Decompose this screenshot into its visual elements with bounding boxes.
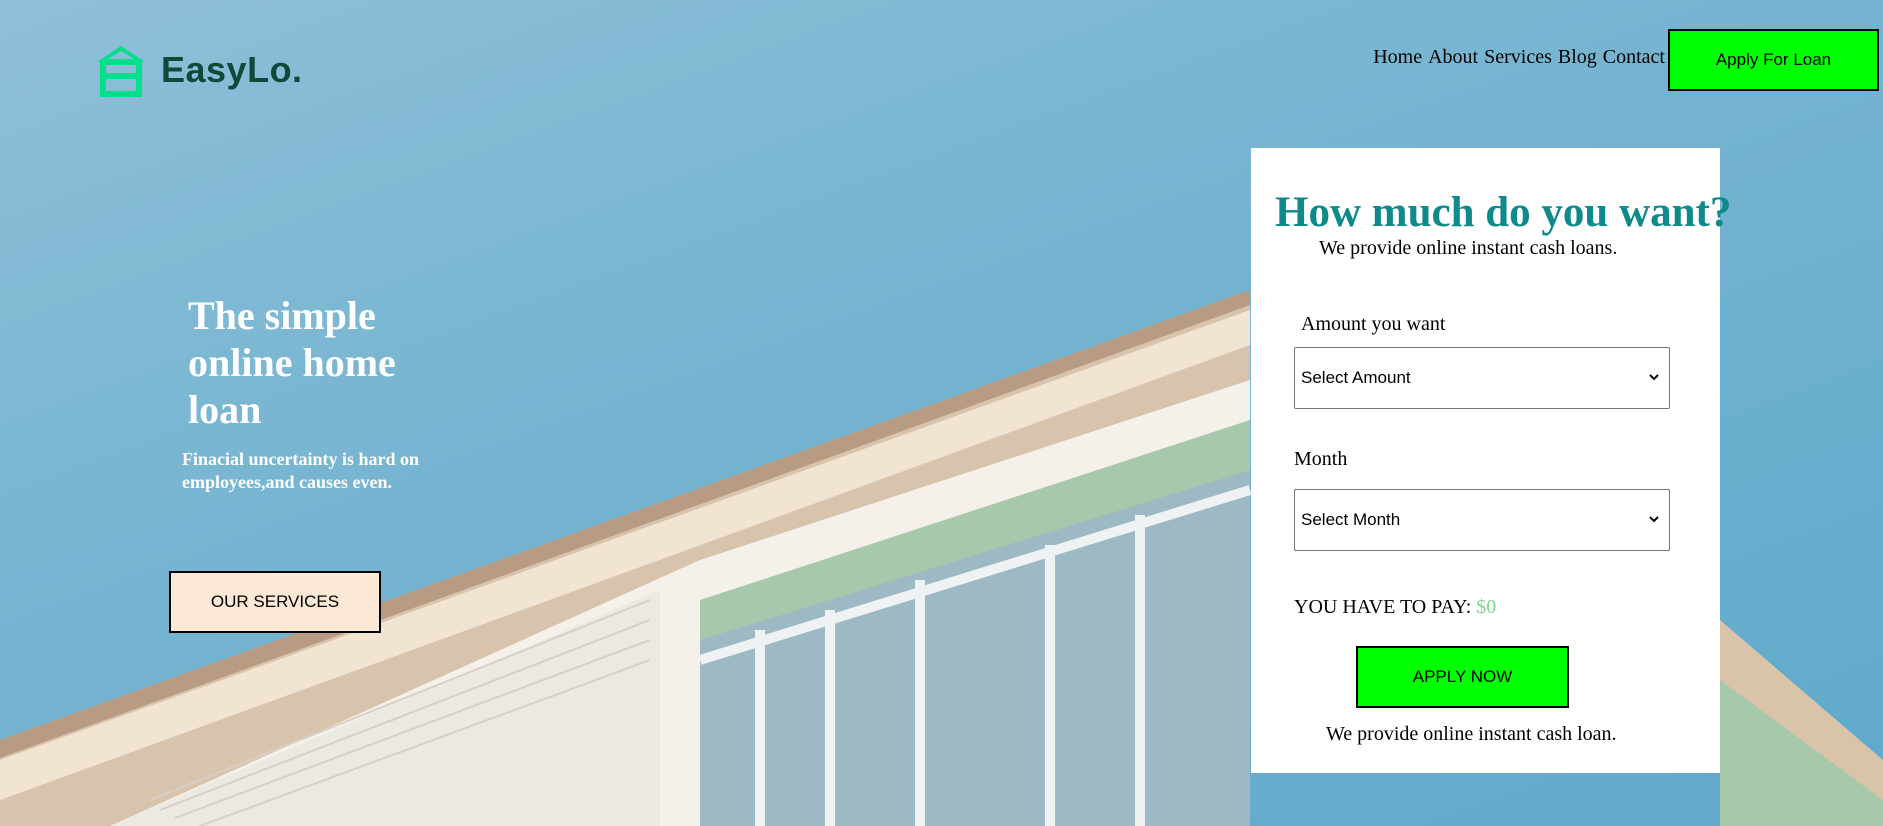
card-title: How much do you want? <box>1275 189 1732 236</box>
chevron-down-icon <box>1649 516 1659 523</box>
nav-item-blog[interactable]: Blog <box>1558 46 1597 69</box>
pay-label: YOU HAVE TO PAY: <box>1294 596 1472 618</box>
hero-subtitle: Finacial uncertainty is hard on employee… <box>182 449 420 492</box>
month-label: Month <box>1294 448 1348 470</box>
chevron-down-icon <box>1649 374 1659 381</box>
nav-item-services[interactable]: Services <box>1484 46 1552 69</box>
nav-item-about[interactable]: About <box>1428 46 1478 69</box>
our-services-button[interactable]: OUR SERVICES <box>169 571 381 633</box>
month-select[interactable]: Select Month <box>1294 489 1670 551</box>
nav-item-home[interactable]: Home <box>1373 46 1422 69</box>
amount-select[interactable]: Select Amount <box>1294 347 1670 409</box>
month-select-value: Select Month <box>1301 510 1401 529</box>
apply-for-loan-button[interactable]: Apply For Loan <box>1668 29 1879 91</box>
pay-value: $0 <box>1476 596 1497 618</box>
payment-summary: YOU HAVE TO PAY: $0 <box>1294 596 1496 619</box>
house-icon <box>97 46 145 97</box>
card-subtitle: We provide online instant cash loans. <box>1319 237 1618 259</box>
card-footer-text: We provide online instant cash loan. <box>1326 723 1617 745</box>
loan-calculator-card: How much do you want? We provide online … <box>1251 148 1731 773</box>
hero-title: The simple online home loan <box>188 293 396 432</box>
brand-logo[interactable]: EasyLo. <box>93 42 303 98</box>
amount-label: Amount you want <box>1301 313 1446 335</box>
brand-name: EasyLo. <box>161 49 303 90</box>
main-nav: Home About Services Blog Contact <box>1373 46 1665 69</box>
amount-select-value: Select Amount <box>1301 368 1411 387</box>
nav-item-contact[interactable]: Contact <box>1603 46 1665 69</box>
apply-now-button[interactable]: APPLY NOW <box>1356 646 1569 708</box>
